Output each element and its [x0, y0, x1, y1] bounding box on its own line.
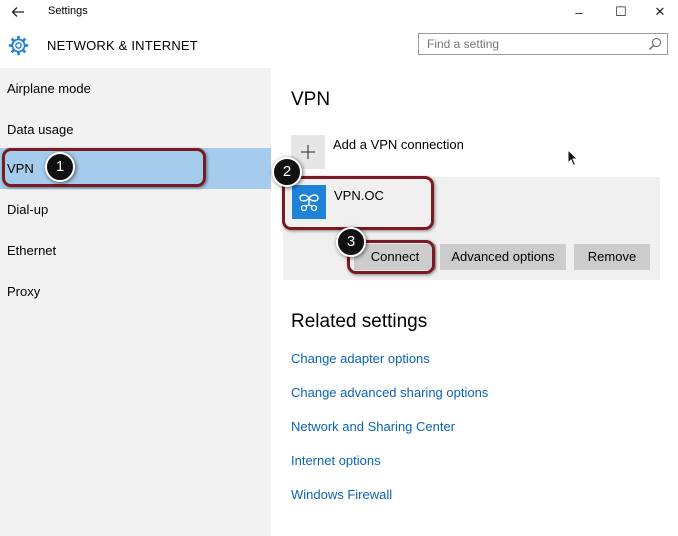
highlight-vpn-connection — [282, 176, 434, 230]
sidebar-item-dial-up[interactable]: Dial-up — [0, 189, 271, 230]
title-bar: Settings – ☐ ✕ — [0, 0, 678, 24]
highlight-vpn-nav — [2, 148, 206, 187]
sidebar-item-proxy[interactable]: Proxy — [0, 271, 271, 312]
sidebar-item-airplane-mode[interactable]: Airplane mode — [0, 68, 271, 109]
search-placeholder: Find a setting — [427, 37, 500, 51]
gear-icon — [8, 35, 29, 56]
close-button[interactable]: ✕ — [637, 0, 678, 24]
vpn-heading: VPN — [291, 89, 331, 110]
search-icon[interactable] — [648, 37, 662, 51]
minimize-button[interactable]: – — [556, 0, 602, 24]
callout-badge-1: 1 — [45, 152, 75, 182]
search-input[interactable]: Find a setting — [418, 33, 668, 55]
link-internet-options[interactable]: Internet options — [291, 453, 381, 468]
related-settings-heading: Related settings — [291, 311, 428, 332]
link-change-adapter-options[interactable]: Change adapter options — [291, 351, 430, 366]
back-arrow-icon[interactable] — [9, 3, 27, 21]
mouse-cursor-icon — [567, 149, 579, 167]
advanced-options-button[interactable]: Advanced options — [440, 244, 566, 270]
callout-badge-2: 2 — [272, 157, 302, 187]
remove-button[interactable]: Remove — [574, 244, 650, 270]
main-content: VPN Add a VPN connection VPN.OC Connect … — [271, 68, 678, 536]
sidebar-item-data-usage[interactable]: Data usage — [0, 109, 271, 150]
link-windows-firewall[interactable]: Windows Firewall — [291, 487, 392, 502]
sidebar-item-ethernet[interactable]: Ethernet — [0, 230, 271, 271]
add-vpn-label[interactable]: Add a VPN connection — [333, 137, 464, 152]
link-network-sharing-center[interactable]: Network and Sharing Center — [291, 419, 455, 434]
window-title: Settings — [48, 5, 88, 17]
page-title: NETWORK & INTERNET — [47, 38, 198, 53]
page-header: NETWORK & INTERNET Find a setting — [0, 24, 678, 68]
sidebar: Airplane mode Data usage VPN Dial-up Eth… — [0, 68, 271, 536]
link-change-advanced-sharing[interactable]: Change advanced sharing options — [291, 385, 488, 400]
callout-badge-3: 3 — [336, 227, 366, 257]
